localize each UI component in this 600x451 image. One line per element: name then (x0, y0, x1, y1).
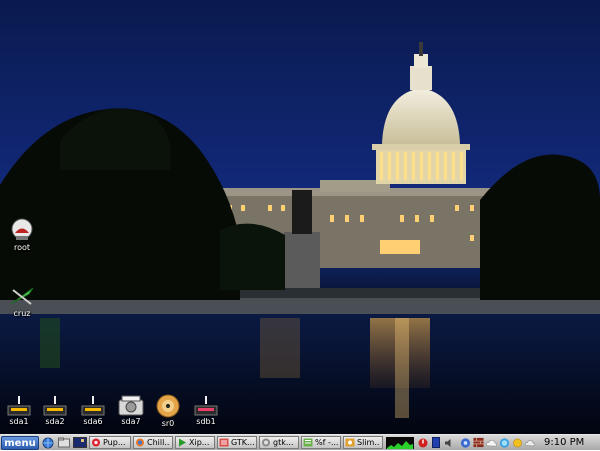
tray-cloud[interactable] (525, 437, 536, 449)
tray-firewall[interactable] (473, 437, 484, 449)
tray-power[interactable] (417, 437, 428, 449)
gtk-dialog-icon (262, 438, 270, 447)
usb-drive-icon (194, 396, 218, 416)
hard-drive-icon (7, 396, 31, 416)
hard-drive-icon (118, 395, 144, 416)
task-button-xip[interactable]: Xip... (175, 436, 215, 449)
play-icon (179, 438, 186, 447)
cloud-icon (486, 439, 497, 446)
slim-icon (345, 438, 355, 447)
optical-disc-icon (156, 394, 180, 418)
task-button-gtk[interactable]: GTK... (217, 436, 257, 449)
desktop-icon-label: root (13, 243, 31, 252)
weather-icon (499, 437, 510, 448)
tray-network[interactable] (460, 437, 471, 449)
tray-clipboard[interactable] (430, 437, 441, 449)
task-button-gtk-dialog[interactable]: gtk... (259, 436, 299, 449)
task-label: Pup... (103, 438, 126, 447)
tray-updates[interactable] (486, 437, 497, 449)
quicklaunch-files[interactable] (57, 436, 71, 449)
speaker-icon (444, 438, 450, 447)
task-button-pup[interactable]: Pup... (89, 436, 131, 449)
task-label: Slim... (357, 438, 380, 447)
task-button-chill[interactable]: Chill... (133, 436, 173, 449)
network-icon (460, 437, 471, 448)
desktop-icon-cruz[interactable]: cruz (0, 284, 44, 319)
menu-button[interactable]: menu (1, 435, 39, 450)
power-icon (418, 438, 427, 447)
firewall-icon (473, 437, 484, 448)
quicklaunch-desktop[interactable] (73, 436, 87, 449)
sun-icon (513, 438, 522, 447)
tray-volume[interactable] (443, 437, 454, 449)
desktop-icon-label: cruz (13, 309, 31, 318)
taskbar: menu Pup... Chill... Xip... GTK... gtk..… (0, 434, 600, 450)
tray-sun[interactable] (512, 437, 523, 449)
gtk-icon (219, 438, 229, 447)
tray-weather[interactable] (499, 437, 510, 449)
cloud-icon (525, 439, 536, 446)
browser-icon (136, 438, 144, 447)
hard-drive-icon (43, 396, 67, 416)
quicklaunch-browser[interactable] (41, 436, 55, 449)
drive-sdb1[interactable]: sdb1 (184, 394, 228, 427)
task-label: Xip... (189, 438, 210, 447)
desktop-icon (73, 437, 87, 448)
hard-drive-icon (81, 396, 105, 416)
puppy-icon (92, 438, 100, 447)
task-label: %f -... (315, 438, 338, 447)
globe-icon (42, 437, 54, 448)
clipboard-icon (431, 437, 440, 448)
task-button-editor[interactable]: %f -... (301, 436, 341, 449)
tray-network-meter[interactable] (385, 436, 415, 449)
clock[interactable]: 9:10 PM (544, 437, 588, 448)
network-activity-icon (386, 436, 414, 449)
task-button-slim[interactable]: Slim... (343, 436, 383, 449)
folder-icon (58, 437, 70, 448)
task-label: GTK... (231, 438, 254, 447)
drive-icon (11, 218, 33, 240)
wallpaper (0, 42, 600, 434)
kayak-icon (10, 287, 34, 305)
desktop-icon-root[interactable]: root (0, 218, 44, 253)
desktop[interactable]: root cruz sda1 sda2 sda6 sda7 sr0 sdb1 (0, 0, 600, 434)
drive-label: sdb1 (196, 417, 216, 426)
task-label: Chill... (147, 438, 170, 447)
editor-icon (303, 438, 313, 447)
task-label: gtk... (273, 438, 294, 447)
